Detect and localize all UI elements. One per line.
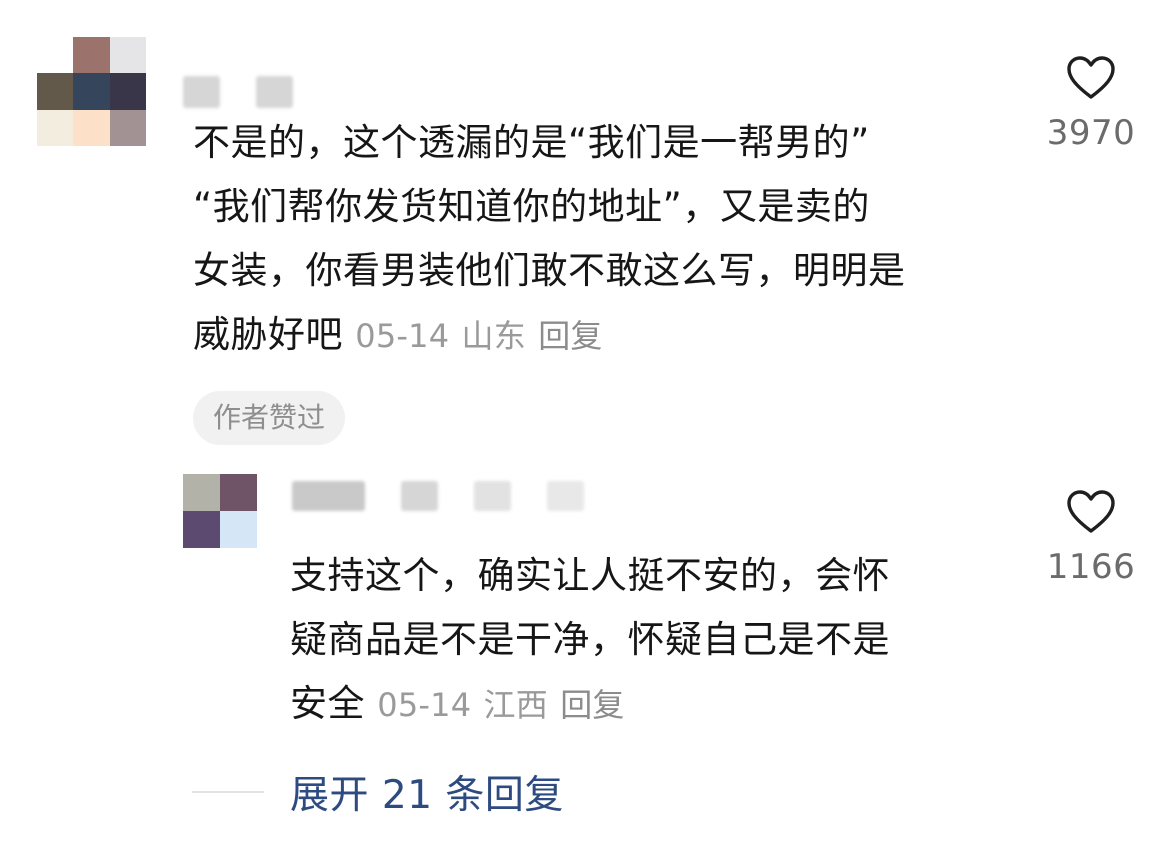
avatar-pixel	[37, 37, 74, 74]
like-count: 1166	[1046, 547, 1136, 587]
avatar-pixel	[183, 511, 220, 548]
avatar-pixel	[183, 474, 220, 511]
comment-date: 05-14	[355, 317, 450, 355]
avatar-pixel	[109, 73, 146, 110]
avatar-pixel	[73, 109, 110, 146]
reply-location: 江西	[483, 686, 548, 724]
reply-like[interactable]: 1166	[1036, 489, 1146, 587]
comment-line: 不是的，这个透漏的是“我们是一帮男的”	[193, 121, 870, 164]
avatar-pixel	[109, 37, 146, 74]
avatar-pixel	[220, 474, 257, 511]
replier-avatar[interactable]	[183, 474, 257, 548]
avatar-pixel	[37, 73, 74, 110]
comment-like[interactable]: 3970	[1036, 55, 1146, 153]
author-liked-badge: 作者赞过	[193, 391, 346, 445]
avatar-pixel	[73, 37, 110, 74]
commenter-avatar[interactable]	[37, 37, 146, 146]
comment-line: 女装，你看男装他们敢不敢这么写，明明是	[193, 249, 906, 292]
expand-replies-row[interactable]: 展开 21 条回复	[192, 762, 564, 822]
like-count: 3970	[1046, 113, 1136, 153]
reply-line: 安全	[290, 682, 365, 725]
comment-line: “我们帮你发货知道你的地址”，又是卖的	[193, 185, 870, 228]
reply-date: 05-14	[377, 686, 472, 724]
heart-outline-icon[interactable]	[1066, 55, 1116, 101]
comment-location: 山东	[461, 317, 526, 355]
avatar-pixel	[220, 511, 257, 548]
expand-replies-button[interactable]: 展开 21 条回复	[290, 764, 564, 820]
reply-text: 支持这个，确实让人挺不安的，会怀 疑商品是不是干净，怀疑自己是不是 安全 05-…	[290, 544, 1010, 737]
avatar-pixel	[109, 109, 146, 146]
reply-line: 支持这个，确实让人挺不安的，会怀	[290, 554, 890, 597]
reply-line: 疑商品是不是干净，怀疑自己是不是	[290, 618, 890, 661]
avatar-pixel	[73, 73, 110, 110]
divider-line	[192, 791, 264, 793]
heart-outline-icon[interactable]	[1066, 489, 1116, 535]
comment-text: 不是的，这个透漏的是“我们是一帮男的” “我们帮你发货知道你的地址”，又是卖的 …	[193, 111, 1023, 368]
reply-reply-button[interactable]: 回复	[560, 686, 624, 724]
reply-button[interactable]: 回复	[538, 317, 602, 355]
avatar-pixel	[37, 109, 74, 146]
comment-line: 威胁好吧	[193, 313, 343, 356]
